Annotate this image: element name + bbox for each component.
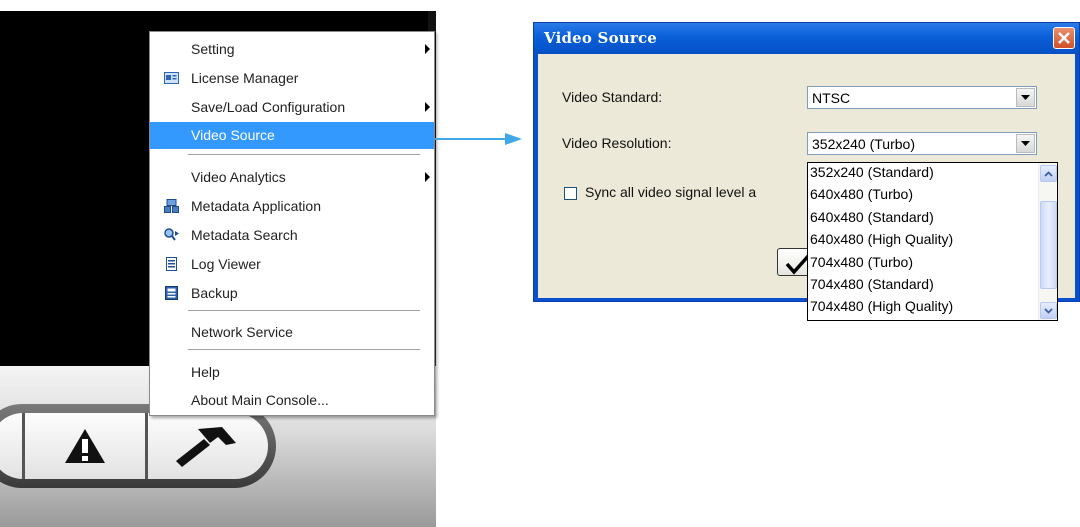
scroll-thumb[interactable] <box>1040 201 1057 289</box>
resolution-option[interactable]: 352x240 (Standard) <box>810 164 934 180</box>
submenu-arrow-icon <box>425 44 430 54</box>
menu-item-label: Video Analytics <box>191 169 286 185</box>
video-resolution-select[interactable]: 352x240 (Turbo) <box>807 132 1037 155</box>
menu-item-setting[interactable]: Setting <box>150 36 434 62</box>
video-resolution-label: Video Resolution: <box>562 135 672 151</box>
menu-item-label: Setting <box>191 41 235 57</box>
scroll-up-button[interactable] <box>1040 165 1057 182</box>
menu-item-metadata-search[interactable]: Metadata Search <box>150 222 434 248</box>
scroll-down-button[interactable] <box>1040 302 1057 319</box>
metadata-application-icon <box>164 199 179 213</box>
submenu-arrow-icon <box>425 172 430 182</box>
resolution-option[interactable]: 704x480 (High Quality) <box>810 298 953 314</box>
menu-separator <box>188 349 420 351</box>
submenu-arrow-icon <box>425 102 430 112</box>
menu-item-label: Metadata Application <box>191 198 321 214</box>
menu-item-label: Backup <box>191 285 238 301</box>
close-button[interactable] <box>1053 27 1075 49</box>
resolution-option[interactable]: 640x480 (Standard) <box>810 209 934 225</box>
menu-item-label: Network Service <box>191 324 293 340</box>
menu-item-video-source[interactable]: Video Source <box>150 122 434 149</box>
metadata-search-icon <box>164 228 179 241</box>
dropdown-scrollbar[interactable] <box>1038 163 1057 320</box>
backup-icon <box>165 286 178 300</box>
menu-item-label: Metadata Search <box>191 227 298 243</box>
menu-item-backup[interactable]: Backup <box>150 280 434 306</box>
resolution-option[interactable]: 640x480 (High Quality) <box>810 231 953 247</box>
chevron-down-icon <box>1044 307 1053 314</box>
alert-button[interactable] <box>26 413 144 479</box>
dialog-title: Video Source <box>544 29 658 47</box>
resolution-option[interactable]: 704x480 (Standard) <box>810 276 934 292</box>
video-resolution-dropdown-button[interactable] <box>1016 134 1035 153</box>
menu-item-metadata-application[interactable]: Metadata Application <box>150 193 434 219</box>
menu-item-about-main-console[interactable]: About Main Console... <box>150 387 434 413</box>
menu-item-help[interactable]: Help <box>150 359 434 385</box>
menu-item-label: License Manager <box>191 70 299 86</box>
license-icon <box>164 72 179 84</box>
sync-checkbox[interactable] <box>564 187 577 200</box>
resolution-option[interactable]: 704x480 (Turbo) <box>810 254 913 270</box>
toolbar-separator <box>145 413 148 479</box>
menu-item-log-viewer[interactable]: Log Viewer <box>150 251 434 277</box>
menu-separator <box>188 310 420 312</box>
context-menu: Setting License Manager Save/Load Config… <box>149 31 435 416</box>
video-resolution-value: 352x240 (Turbo) <box>812 136 915 152</box>
video-standard-dropdown-button[interactable] <box>1016 88 1035 107</box>
close-icon <box>1058 32 1070 44</box>
video-standard-value: NTSC <box>812 90 851 106</box>
menu-item-license-manager[interactable]: License Manager <box>150 65 434 91</box>
resolution-option[interactable]: 640x480 (Turbo) <box>810 186 913 202</box>
chevron-down-icon <box>1021 140 1030 146</box>
menu-item-label: Log Viewer <box>191 256 261 272</box>
dialog-titlebar[interactable]: Video Source <box>534 23 1079 54</box>
menu-item-label: About Main Console... <box>191 392 329 408</box>
menu-item-save-load-configuration[interactable]: Save/Load Configuration <box>150 94 434 120</box>
menu-separator <box>188 154 420 156</box>
resolution-dropdown-list: 352x240 (Standard) 640x480 (Turbo) 640x4… <box>807 162 1058 321</box>
menu-item-video-analytics[interactable]: Video Analytics <box>150 164 434 190</box>
chevron-up-icon <box>1044 170 1053 177</box>
chevron-down-icon <box>1021 94 1030 100</box>
toolbar-separator <box>22 413 25 479</box>
menu-item-label: Help <box>191 364 220 380</box>
alert-icon <box>65 429 105 463</box>
sync-label: Sync all video signal level a <box>585 184 757 200</box>
video-standard-select[interactable]: NTSC <box>807 86 1037 109</box>
menu-item-network-service[interactable]: Network Service <box>150 319 434 345</box>
video-standard-label: Video Standard: <box>562 89 663 105</box>
pointer-arrow-icon <box>435 133 522 145</box>
hammer-icon <box>176 427 236 467</box>
menu-item-label: Save/Load Configuration <box>191 99 346 115</box>
tools-button[interactable] <box>150 413 260 479</box>
menu-item-label: Video Source <box>191 127 275 143</box>
log-viewer-icon <box>166 257 177 271</box>
